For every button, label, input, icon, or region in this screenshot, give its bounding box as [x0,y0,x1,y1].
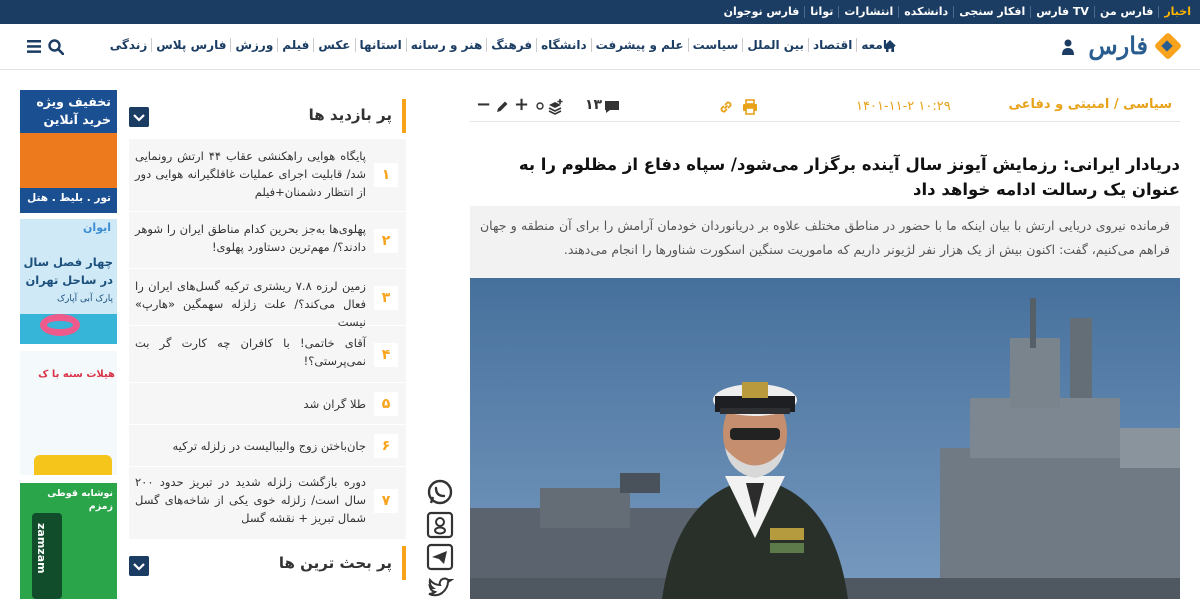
menu-icon[interactable] [27,40,41,53]
main-header: فارس جامعه اقتصاد بین الملل سیاست علم و … [0,24,1200,70]
top-link-publications[interactable]: انتشارات [838,6,898,18]
nav-item-fars-plus[interactable]: فارس پلاس [151,38,230,52]
ad-yellow-graphic [34,455,112,475]
list-item[interactable]: ۵ طلا گران شد [129,383,406,425]
ad-banner-3-title: هیلات سنه با ک [38,369,115,380]
top-bar: اخبار فارس من فارس TV افکار سنجی دانشکده… [0,0,1200,24]
whatsapp-icon[interactable] [426,478,454,506]
main-nav: جامعه اقتصاد بین الملل سیاست علم و پیشرف… [106,38,900,52]
list-item[interactable]: ۲ پهلوی‌ها به‌جز بحرین کدام مناطق ایران … [129,212,406,269]
ad-zamzam-banner[interactable]: نوشابه قوطی زمزم zamzam [20,483,117,599]
nav-item-politics[interactable]: سیاست [687,38,743,52]
article-photo [470,278,1180,599]
stack-add-icon[interactable] [548,99,564,115]
ad-float-ring [40,314,80,336]
rank-number: ۵ [374,392,398,416]
ad-zamzam-brand: zamzam [35,523,48,574]
nav-item-culture[interactable]: فرهنگ [486,38,536,52]
most-viewed-header: پر بازدید ها [129,99,406,133]
ad-tour-banner[interactable]: تخفیف ویژه خرید آنلاین تور . بلیط . هتل [20,90,117,213]
top-link-fars-man[interactable]: فارس من [1093,6,1158,18]
nav-item-art-media[interactable]: هنر و رسانه [405,38,487,52]
nav-item-provinces[interactable]: استانها [354,38,406,52]
logo-text: فارس [1088,31,1148,60]
top-link-news[interactable]: اخبار [1158,6,1196,18]
rank-number: ۶ [374,434,398,458]
ad-tour-subtitle: تور . بلیط . هتل [27,192,111,204]
most-discussed-header: پر بحث ترین ها [129,546,406,580]
print-icon[interactable] [742,99,758,115]
user-icon[interactable] [1061,39,1075,55]
nav-item-photo[interactable]: عکس [313,38,354,52]
link-icon[interactable] [718,99,734,115]
nav-item-life[interactable]: زندگی [106,38,151,52]
most-discussed-title: پر بحث ترین ها [278,554,392,572]
rank-number: ۷ [374,489,398,513]
search-icon[interactable] [48,39,64,55]
list-item-title[interactable]: زمین لرزه ۷.۸ ریشتری ترکیه گسل‌های ایران… [135,277,366,331]
top-link-polls[interactable]: افکار سنجی [953,6,1030,18]
nav-item-film[interactable]: فیلم [277,38,313,52]
nav-item-international[interactable]: بین الملل [742,38,808,52]
fars-logo[interactable]: فارس [1083,31,1183,61]
nav-item-science[interactable]: علم و پیشرفت [590,38,688,52]
ad-orange-strip [20,133,117,188]
telegram-icon[interactable] [426,543,454,571]
nav-item-economy[interactable]: اقتصاد [808,38,856,52]
section-accent-bar [402,546,406,580]
list-item[interactable]: ۳ زمین لرزه ۷.۸ ریشتری ترکیه گسل‌های ایر… [129,269,406,329]
nav-item-sport[interactable]: ورزش [230,38,277,52]
chevron-down-icon[interactable] [129,556,149,576]
font-increase-button[interactable]: + [514,94,529,115]
ad-water-park-banner[interactable]: ایوان چهار فصل سال در ساحل تهران پارک آب… [20,219,117,344]
google-icon[interactable] [426,511,454,539]
top-link-tavana[interactable]: توانا [804,6,838,18]
list-item[interactable]: ۴ آقای خاتمی! با کافران چه کارت گر بت نم… [129,326,406,383]
article-meta-row: سیاسی / امنیتی و دفاعی ۱۴۰۱-۱۱-۲ ۱۰:۲۹ ۱… [470,92,1180,122]
list-item-title[interactable]: آقای خاتمی! با کافران چه کارت گر بت نمی‌… [135,334,366,370]
nav-item-society[interactable]: جامعه [856,38,900,52]
article-headline: دریادار ایرانی: رزمایش آیونز سال آینده ب… [518,155,1180,199]
rank-number: ۲ [374,229,398,253]
top-links: اخبار فارس من فارس TV افکار سنجی دانشکده… [719,0,1196,24]
comment-count[interactable]: ۱۳ [585,97,602,113]
most-viewed-list: ۱ پایگاه هوایی راهکنشی عقاب ۴۴ ارتش رونم… [129,139,406,539]
top-link-teen[interactable]: فارس نوجوان [719,6,805,18]
list-item[interactable]: ۶ جان‌باختن زوج والیبالیست در زلزله ترکی… [129,425,406,467]
nav-item-university[interactable]: دانشگاه [536,38,591,52]
ad-banner-3[interactable]: هیلات سنه با ک [20,351,117,475]
ad-zamzam-title: نوشابه قوطی زمزم [47,488,113,512]
rank-number: ۱ [374,163,398,187]
comment-icon[interactable] [604,99,620,115]
font-decrease-button[interactable]: − [476,94,491,115]
pencil-icon[interactable] [494,99,510,115]
most-viewed-title: پر بازدید ها [308,106,392,124]
ad-water-park-logo: ایوان [83,221,111,234]
list-item-title[interactable]: پایگاه هوایی راهکنشی عقاب ۴۴ ارتش رونمای… [135,147,366,201]
ad-tour-title: تخفیف ویژه خرید آنلاین [36,94,111,127]
article-category[interactable]: سیاسی / امنیتی و دفاعی [1008,97,1172,112]
list-item-title[interactable]: طلا گران شد [135,395,366,413]
list-item-title[interactable]: پهلوی‌ها به‌جز بحرین کدام مناطق ایران را… [135,220,366,256]
reset-size-icon[interactable] [536,102,544,110]
twitter-icon[interactable] [426,574,454,599]
article-date: ۱۴۰۱-۱۱-۲ ۱۰:۲۹ [856,99,951,114]
top-link-fars-tv[interactable]: فارس TV [1030,6,1094,18]
rank-number: ۴ [374,343,398,367]
rank-number: ۳ [374,286,398,310]
chevron-down-icon[interactable] [129,107,149,127]
ad-water-park-title: چهار فصل سال در ساحل تهران [23,255,113,287]
list-item-title[interactable]: دوره بازگشت زلزله شدید در تبریز حدود ۲۰۰… [135,473,366,527]
ad-water-park-subtitle: پارک آبی آپارک [56,294,113,304]
top-link-school[interactable]: دانشکده [898,6,953,18]
list-item[interactable]: ۱ پایگاه هوایی راهکنشی عقاب ۴۴ ارتش رونم… [129,139,406,212]
section-accent-bar [402,99,406,133]
list-item[interactable]: ۷ دوره بازگشت زلزله شدید در تبریز حدود ۲… [129,467,406,539]
list-item-title[interactable]: جان‌باختن زوج والیبالیست در زلزله ترکیه [135,437,366,455]
